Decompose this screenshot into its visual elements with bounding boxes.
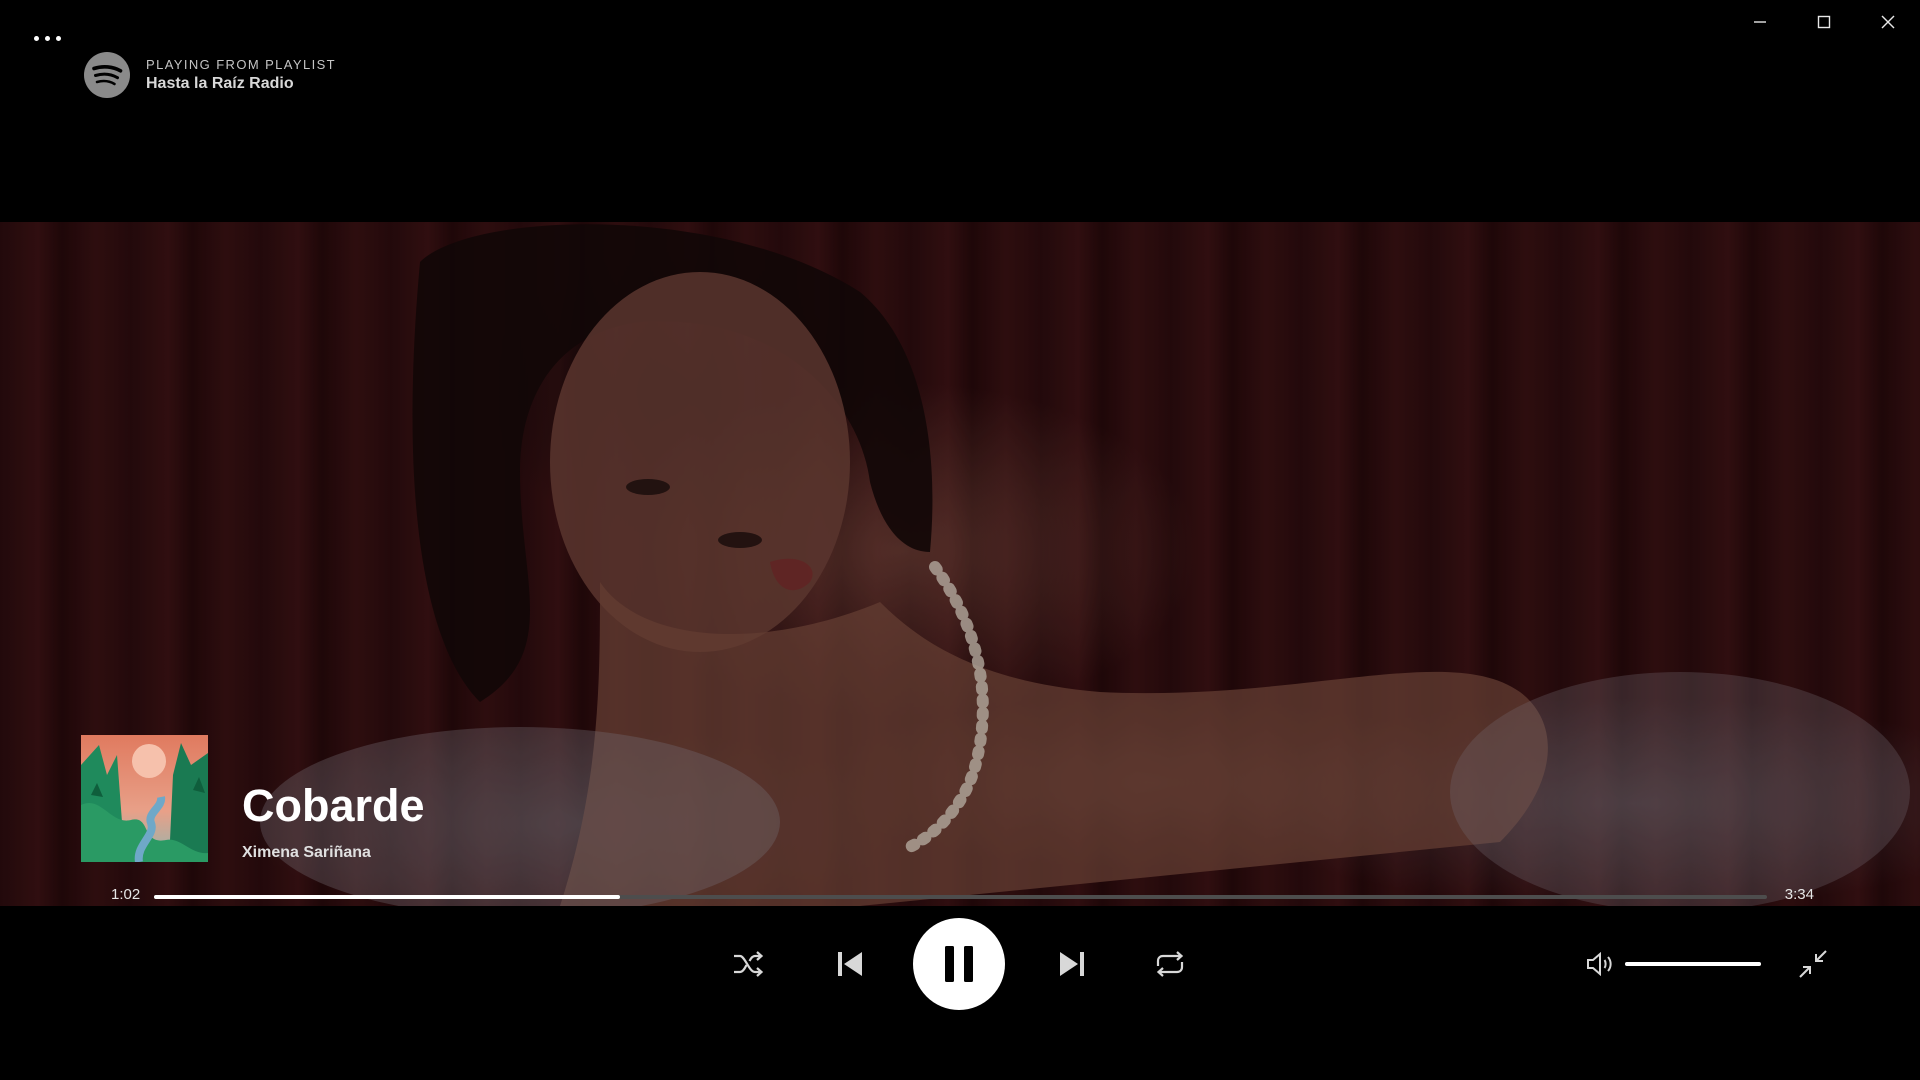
minimize-icon xyxy=(1754,21,1766,23)
maximize-icon xyxy=(1817,15,1831,29)
next-button[interactable] xyxy=(1056,946,1088,982)
repeat-button[interactable] xyxy=(1152,948,1188,980)
skip-previous-icon xyxy=(838,952,862,976)
minimize-button[interactable] xyxy=(1728,0,1792,44)
playback-controls xyxy=(0,918,1920,1010)
now-playing-info: Cobarde Ximena Sariñana xyxy=(81,735,425,862)
context-label: PLAYING FROM PLAYLIST xyxy=(146,57,337,72)
volume-slider[interactable] xyxy=(1625,962,1761,966)
track-title-link[interactable]: Cobarde xyxy=(242,783,425,828)
skip-next-icon xyxy=(1060,952,1084,976)
close-button[interactable] xyxy=(1856,0,1920,44)
track-artist-link[interactable]: Ximena Sariñana xyxy=(242,844,425,862)
more-button[interactable] xyxy=(34,36,61,41)
progress-bar-fill xyxy=(154,895,621,899)
close-icon xyxy=(1881,15,1895,29)
total-time: 3:34 xyxy=(1784,886,1814,903)
volume-button[interactable] xyxy=(1586,952,1616,976)
elapsed-time: 1:02 xyxy=(111,886,141,903)
progress-bar[interactable] xyxy=(154,895,1767,899)
pause-icon xyxy=(945,946,973,982)
more-icon-dot xyxy=(45,36,50,41)
window-controls xyxy=(1728,0,1920,44)
album-cover[interactable] xyxy=(81,735,208,862)
shuffle-icon xyxy=(734,951,764,977)
pause-button[interactable] xyxy=(913,918,1005,1010)
volume-slider-fill xyxy=(1625,962,1761,966)
playlist-name-link[interactable]: Hasta la Raíz Radio xyxy=(146,75,336,93)
volume-icon xyxy=(1587,952,1612,976)
shuffle-button[interactable] xyxy=(730,948,766,980)
repeat-icon xyxy=(1156,951,1184,977)
previous-button[interactable] xyxy=(834,946,866,982)
exit-fullscreen-button[interactable] xyxy=(1797,948,1829,980)
more-icon-dot xyxy=(56,36,61,41)
playing-context: PLAYING FROM PLAYLIST Hasta la Raíz Radi… xyxy=(84,52,336,98)
maximize-button[interactable] xyxy=(1792,0,1856,44)
more-icon-dot xyxy=(34,36,39,41)
spotify-logo-icon xyxy=(84,52,130,98)
exit-fullscreen-icon xyxy=(1799,950,1827,978)
